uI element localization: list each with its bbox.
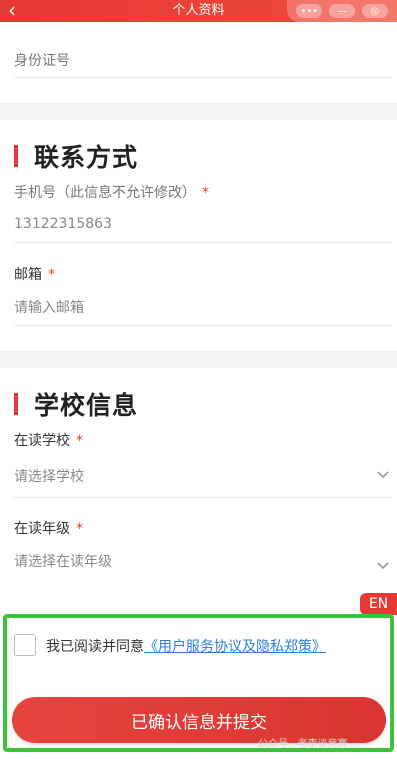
section-gap [0,350,397,368]
agreement-text: 我已阅读并同意《用户服务协议及隐私郑策》 [46,639,326,655]
school-label: 在读学校 * [14,433,83,449]
school-title-text: 学校信息 [34,391,139,420]
agreement-checkbox[interactable] [14,634,36,656]
email-input[interactable]: 请输入邮箱 [14,297,84,317]
grade-label: 在读年级 * [14,521,83,537]
required-mark: * [76,521,83,537]
id-section: 身份证号 [0,22,397,102]
more-icon[interactable]: ••• [296,4,323,18]
school-section-title: 学校信息 [14,386,138,422]
phone-label: 手机号（此信息不允许修改） * [14,185,209,201]
school-select[interactable]: 请选择学校 [14,466,84,486]
chevron-down-icon[interactable] [376,559,390,573]
chevron-down-icon[interactable] [376,468,390,482]
id-number-field[interactable]: 身份证号 [14,50,70,70]
minimize-icon[interactable]: — [328,4,355,18]
watermark: 公众号 · 老李谈竞赛 [258,739,348,750]
language-switch-button[interactable]: EN [360,593,397,615]
top-nav-bar: ‹ 个人资料 ••• — ◎ [0,0,397,22]
divider [14,242,392,243]
grade-select[interactable]: 请选择在读年级 [14,551,112,571]
email-label: 邮箱 * [14,267,55,283]
required-mark: * [48,267,55,283]
contact-section-title: 联系方式 [14,138,138,174]
school-section: 学校信息 在读学校 * 请选择学校 在读年级 * 请选择在读年级 [0,368,397,614]
required-mark: * [202,185,209,201]
section-accent-bar [14,145,18,167]
mini-program-capsule: ••• — ◎ [287,0,397,22]
section-accent-bar [14,393,18,415]
divider [14,497,392,498]
divider [14,77,392,78]
divider [14,325,392,326]
required-mark: * [76,433,83,449]
contact-section: 联系方式 手机号（此信息不允许修改） * 13122315863 邮箱 * 请输入邮… [0,120,397,350]
section-gap [0,102,397,120]
phone-value: 13122315863 [14,216,112,232]
agreement-link[interactable]: 《用户服务协议及隐私郑策》 [144,639,326,655]
contact-title-text: 联系方式 [34,143,139,172]
close-icon[interactable]: ◎ [361,4,388,18]
